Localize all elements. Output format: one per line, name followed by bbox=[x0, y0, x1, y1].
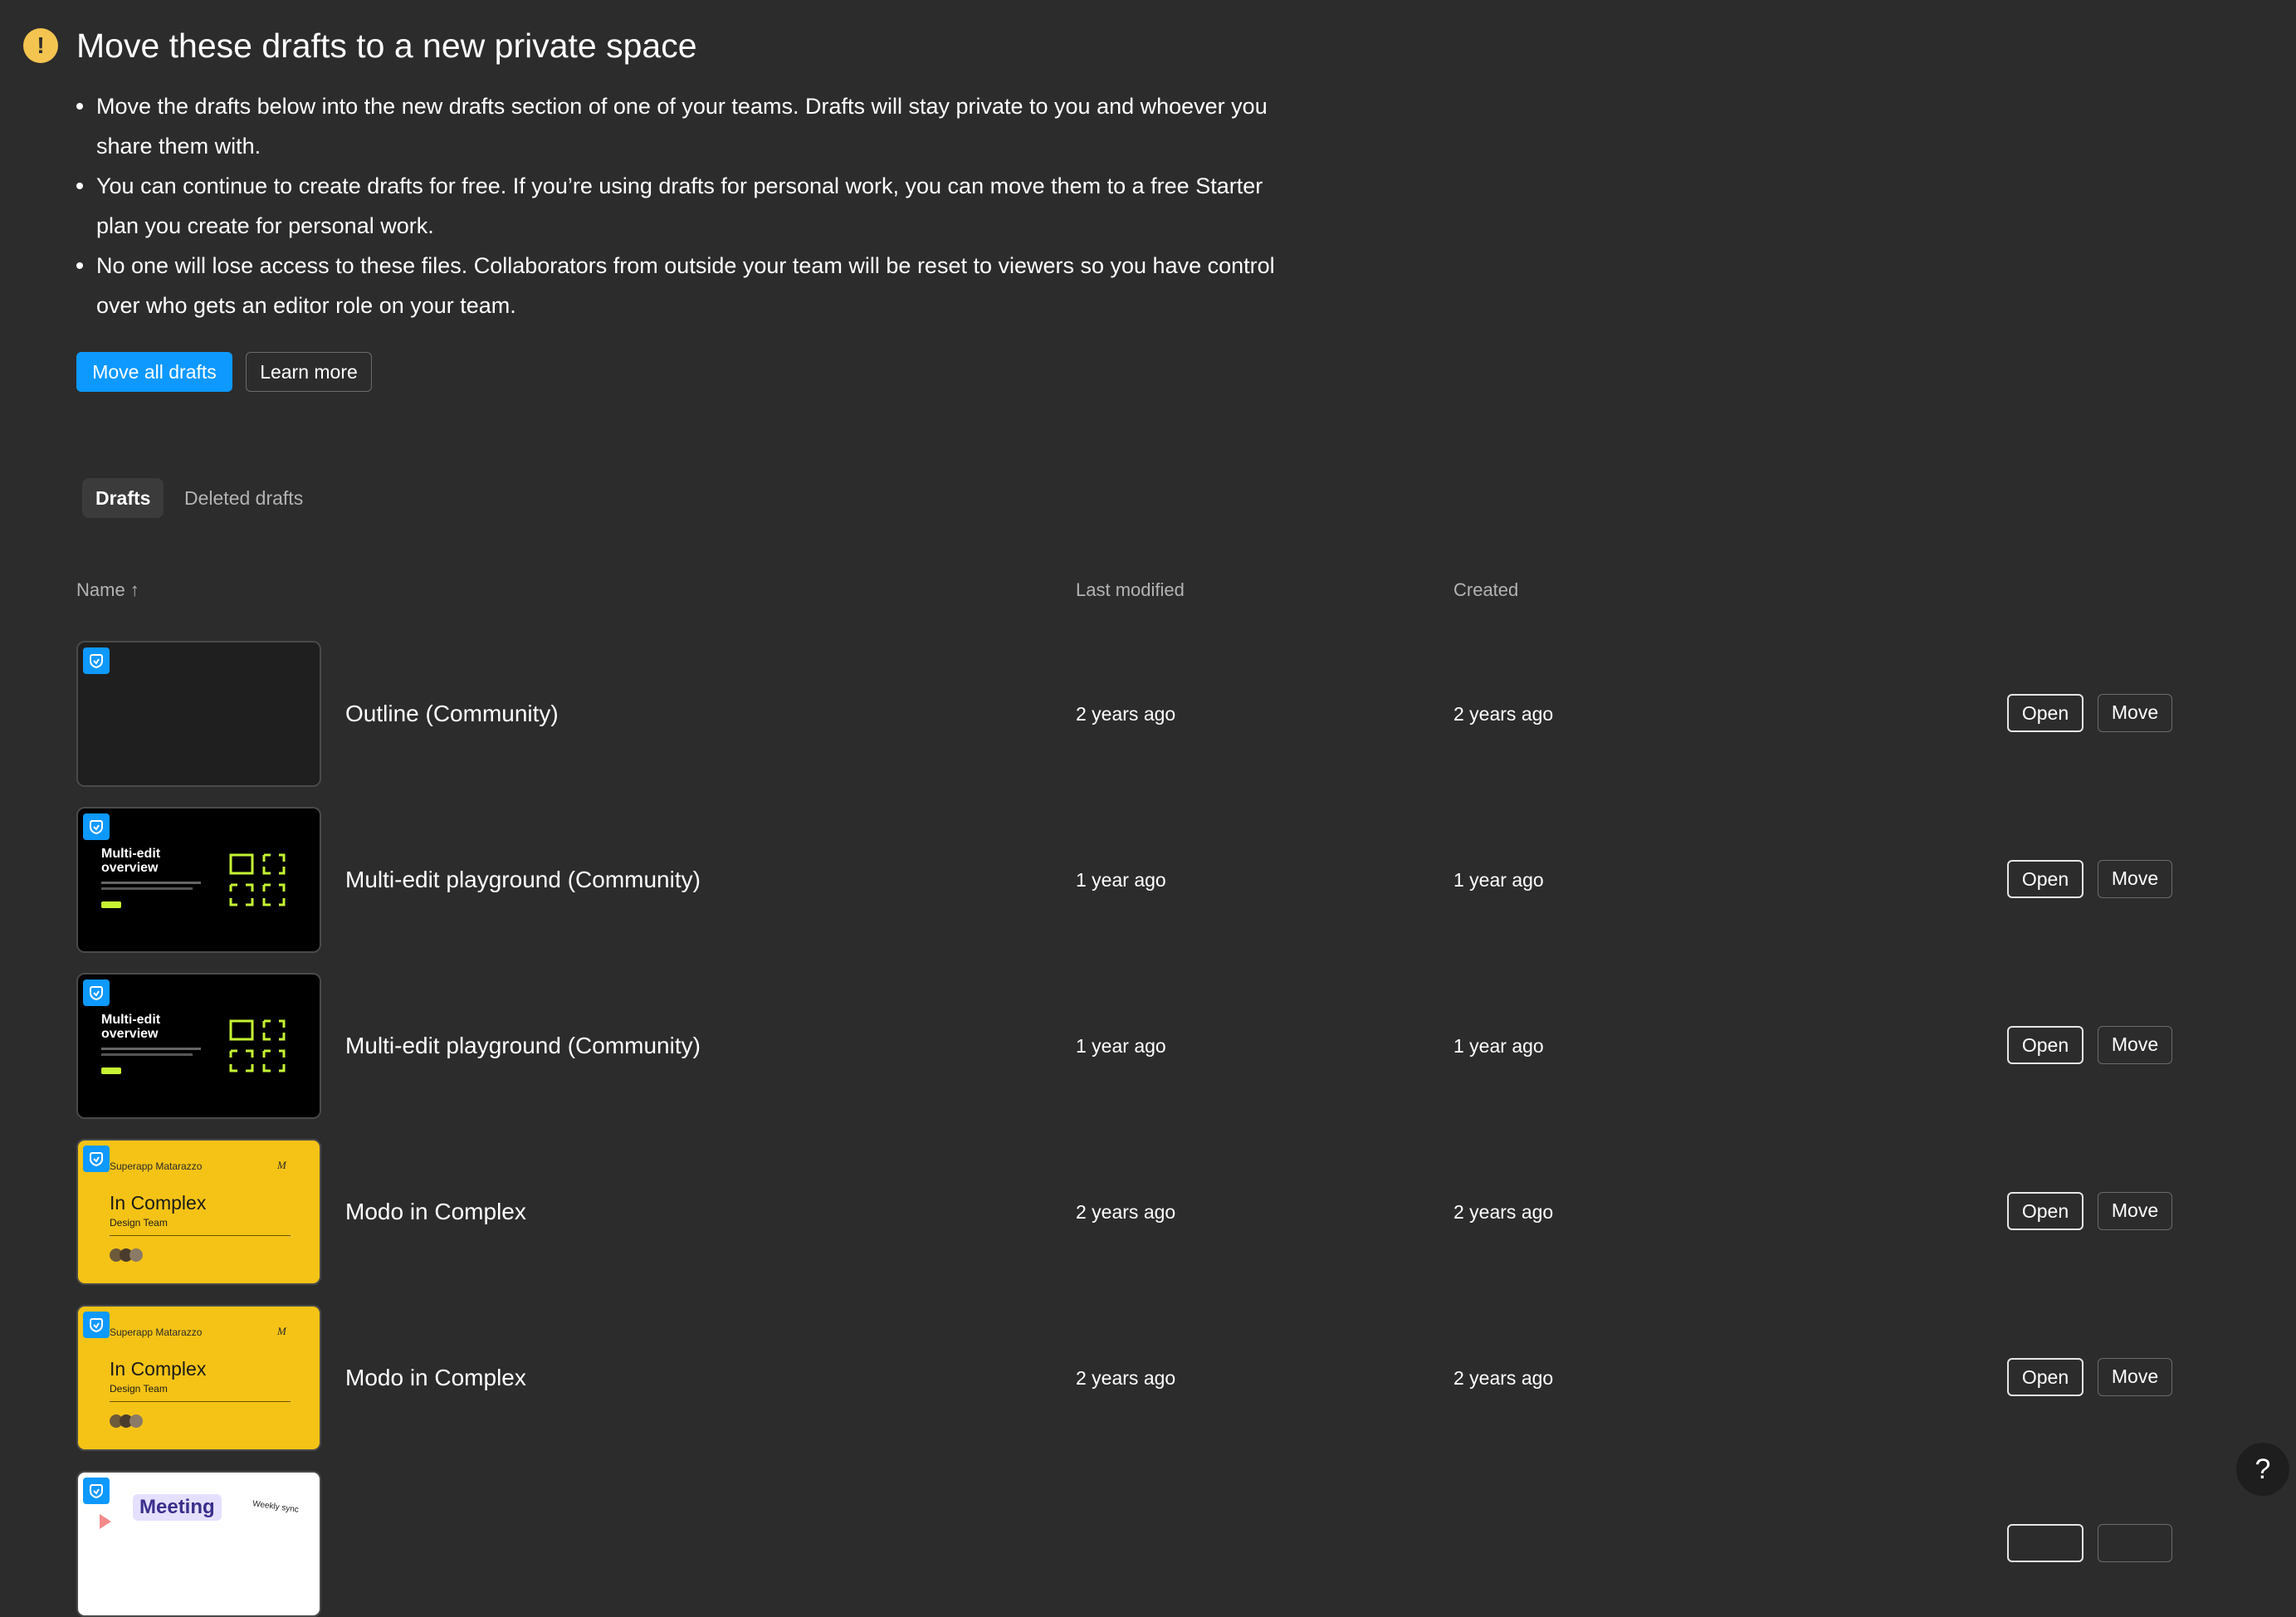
thumb-title: In Complex bbox=[110, 1192, 207, 1214]
file-name[interactable]: Multi-edit playground (Community) bbox=[345, 1029, 701, 1063]
move-button[interactable]: Move bbox=[2098, 1358, 2172, 1396]
file-thumbnail[interactable]: Multi-edit overview bbox=[76, 807, 321, 953]
info-bullet: Move the drafts below into the new draft… bbox=[76, 86, 1305, 166]
created: 1 year ago bbox=[1453, 869, 1544, 891]
draft-badge-icon bbox=[83, 1146, 110, 1172]
move-button[interactable]: Move bbox=[2098, 694, 2172, 732]
open-button[interactable]: Open bbox=[2007, 694, 2083, 732]
table-row[interactable]: Meeting Weekly sync bbox=[0, 1471, 2296, 1617]
column-header-last-modified[interactable]: Last modified bbox=[1076, 578, 1185, 603]
file-name[interactable]: Multi-edit playground (Community) bbox=[345, 863, 701, 896]
last-modified: 1 year ago bbox=[1076, 1035, 1166, 1057]
thumb-title: Meeting bbox=[133, 1494, 222, 1521]
table-row[interactable]: Multi-edit overview Multi-edit playground… bbox=[0, 807, 2296, 953]
thumb-subtitle: Design Team bbox=[110, 1217, 168, 1229]
thumb-brand: Superapp Matarazzo bbox=[110, 1160, 203, 1172]
info-list: Move the drafts below into the new draft… bbox=[76, 86, 1305, 325]
column-header-name[interactable]: Name ↑ bbox=[76, 578, 139, 603]
tab-deleted-drafts[interactable]: Deleted drafts bbox=[171, 478, 320, 518]
table-row[interactable]: Multi-edit overview Multi-edit playground… bbox=[0, 973, 2296, 1119]
draft-badge-icon bbox=[83, 1478, 110, 1504]
draft-badge-icon bbox=[83, 1312, 110, 1338]
help-button[interactable]: ? bbox=[2236, 1443, 2289, 1496]
file-name[interactable]: Modo in Complex bbox=[345, 1195, 526, 1229]
draft-badge-icon bbox=[83, 979, 110, 1006]
open-button[interactable]: Open bbox=[2007, 860, 2083, 898]
warning-icon: ! bbox=[23, 28, 58, 63]
created: 1 year ago bbox=[1453, 1035, 1544, 1057]
created: 2 years ago bbox=[1453, 1367, 1554, 1389]
draft-badge-icon bbox=[83, 647, 110, 674]
move-button[interactable]: Move bbox=[2098, 1026, 2172, 1064]
thumb-title: In Complex bbox=[110, 1358, 207, 1380]
open-button[interactable]: Open bbox=[2007, 1026, 2083, 1064]
move-button[interactable]: Move bbox=[2098, 1192, 2172, 1230]
table-row[interactable]: Superapp Matarazzo M In Complex Design Team… bbox=[0, 1139, 2296, 1285]
last-modified: 1 year ago bbox=[1076, 869, 1166, 891]
file-thumbnail[interactable]: Superapp Matarazzo M In Complex Design Team bbox=[76, 1305, 321, 1451]
thumb-title: Multi-edit overview bbox=[101, 1013, 161, 1041]
file-thumbnail[interactable]: Superapp Matarazzo M In Complex Design Team bbox=[76, 1139, 321, 1285]
last-modified: 2 years ago bbox=[1076, 1201, 1176, 1223]
thumb-subtitle: Design Team bbox=[110, 1383, 168, 1395]
file-thumbnail[interactable]: Meeting Weekly sync bbox=[76, 1471, 321, 1617]
info-bullet: No one will lose access to these files. … bbox=[76, 246, 1305, 325]
open-button[interactable]: Open bbox=[2007, 1358, 2083, 1396]
last-modified: 2 years ago bbox=[1076, 1367, 1176, 1389]
move-button[interactable]: Move bbox=[2098, 860, 2172, 898]
thumb-brand: Superapp Matarazzo bbox=[110, 1326, 203, 1338]
file-name[interactable]: Modo in Complex bbox=[345, 1361, 526, 1395]
info-bullet: You can continue to create drafts for fr… bbox=[76, 166, 1305, 246]
move-all-drafts-button[interactable]: Move all drafts bbox=[76, 352, 232, 392]
file-name[interactable]: Outline (Community) bbox=[345, 697, 559, 730]
table-row[interactable]: Outline (Community) 2 years ago 2 years ag… bbox=[0, 641, 2296, 787]
file-thumbnail[interactable]: Multi-edit overview bbox=[76, 973, 321, 1119]
move-button[interactable] bbox=[2098, 1524, 2172, 1562]
draft-badge-icon bbox=[83, 813, 110, 840]
thumb-title: Multi-edit overview bbox=[101, 847, 161, 875]
page-title: Move these drafts to a new private space bbox=[76, 27, 697, 65]
learn-more-button[interactable]: Learn more bbox=[246, 352, 372, 392]
created: 2 years ago bbox=[1453, 703, 1554, 725]
column-header-created[interactable]: Created bbox=[1453, 578, 1518, 603]
open-button[interactable] bbox=[2007, 1524, 2083, 1562]
last-modified: 2 years ago bbox=[1076, 703, 1176, 725]
open-button[interactable]: Open bbox=[2007, 1192, 2083, 1230]
tab-drafts[interactable]: Drafts bbox=[82, 478, 164, 518]
table-row[interactable]: Superapp Matarazzo M In Complex Design Team… bbox=[0, 1305, 2296, 1451]
created: 2 years ago bbox=[1453, 1201, 1554, 1223]
file-thumbnail[interactable] bbox=[76, 641, 321, 787]
